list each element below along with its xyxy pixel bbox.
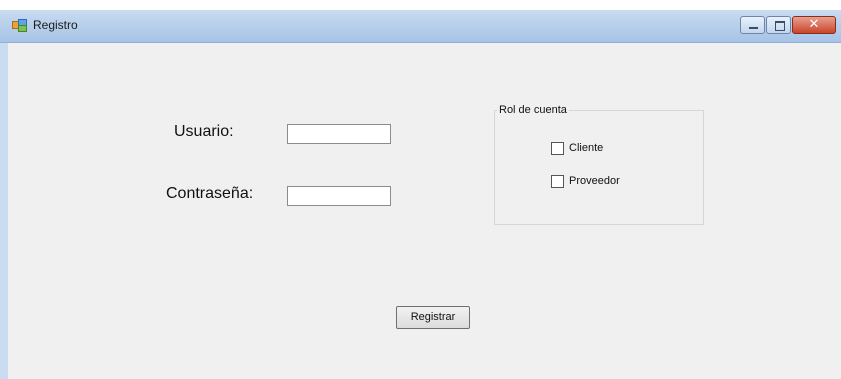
groupbox-title: Rol de cuenta: [497, 104, 569, 116]
cliente-checkbox[interactable]: [551, 142, 564, 155]
minimize-button[interactable]: [740, 16, 765, 34]
window-frame: [0, 43, 8, 379]
rol-de-cuenta-groupbox: [494, 110, 704, 225]
registrar-button[interactable]: Registrar: [396, 306, 470, 329]
close-button[interactable]: ✕: [792, 16, 836, 34]
usuario-input[interactable]: [287, 124, 391, 144]
cliente-checkbox-label[interactable]: Cliente: [569, 142, 603, 154]
maximize-button[interactable]: [766, 16, 791, 34]
close-icon: ✕: [808, 17, 820, 32]
usuario-label: Usuario:: [174, 123, 234, 140]
app-icon: [12, 19, 27, 32]
proveedor-checkbox[interactable]: [551, 175, 564, 188]
window-title: Registro: [33, 18, 78, 32]
proveedor-checkbox-label[interactable]: Proveedor: [569, 175, 620, 187]
title-bar[interactable]: Registro ✕: [0, 10, 841, 43]
contrasena-label: Contraseña:: [166, 185, 254, 202]
maximize-icon: [767, 17, 790, 33]
contrasena-input[interactable]: [287, 186, 391, 206]
form-client-area: Usuario: Contraseña: Rol de cuenta Clien…: [8, 43, 841, 379]
minimize-icon: [741, 17, 764, 33]
registro-window: Registro ✕ Usuario: Contraseña: Rol de c…: [0, 0, 841, 379]
